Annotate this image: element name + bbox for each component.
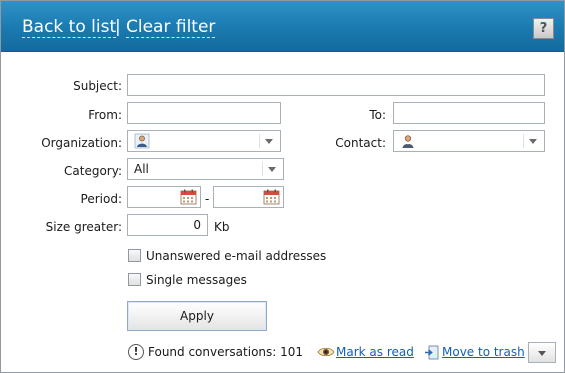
unanswered-label[interactable]: Unanswered e-mail addresses [146, 248, 326, 264]
calendar-icon[interactable] [180, 189, 197, 205]
move-to-trash-icon [425, 345, 439, 360]
period-from-input[interactable] [127, 186, 201, 208]
single-messages-checkbox[interactable] [128, 273, 141, 286]
from-input[interactable] [127, 102, 281, 124]
clear-filter-link[interactable]: Clear filter [126, 17, 216, 38]
size-unit-label: Kb [214, 220, 230, 234]
person-icon [402, 135, 414, 148]
unanswered-checkbox[interactable] [128, 249, 141, 262]
from-label: From: [88, 108, 122, 122]
info-icon: ! [128, 344, 144, 360]
period-to-input[interactable] [213, 186, 284, 208]
category-label: Category: [64, 164, 122, 178]
category-select[interactable]: All [127, 158, 284, 180]
panel-header: Back to list | Clear filter ? [1, 1, 564, 52]
apply-button[interactable]: Apply [127, 301, 267, 331]
size-greater-input[interactable]: 0 [127, 214, 208, 236]
period-separator: - [205, 192, 210, 206]
filter-panel: Back to list | Clear filter ? Subject: F… [0, 0, 565, 373]
single-messages-label[interactable]: Single messages [146, 272, 247, 288]
contact-label: Contact: [335, 136, 386, 150]
chevron-down-icon[interactable] [259, 134, 277, 148]
help-icon[interactable]: ? [533, 18, 554, 39]
calendar-icon[interactable] [263, 189, 280, 205]
subject-label: Subject: [73, 79, 122, 93]
organization-label: Organization: [41, 136, 122, 150]
contact-select[interactable] [393, 130, 545, 152]
found-conversations-text: Found conversations: 101 [148, 345, 304, 359]
size-greater-label: Size greater: [45, 220, 122, 234]
eye-icon [317, 347, 335, 357]
to-label: To: [369, 108, 386, 122]
organization-select[interactable] [127, 130, 281, 152]
back-to-list-link[interactable]: Back to list [22, 17, 117, 38]
move-to-trash-link[interactable]: Move to trash [442, 344, 525, 360]
chevron-down-icon[interactable] [523, 134, 541, 148]
header-separator: | [115, 17, 121, 37]
period-label: Period: [80, 192, 122, 206]
more-actions-button[interactable] [528, 342, 556, 363]
category-value: All [134, 162, 149, 176]
person-icon [134, 133, 150, 149]
subject-input[interactable] [127, 74, 545, 96]
mark-as-read-link[interactable]: Mark as read [336, 344, 414, 360]
chevron-down-icon[interactable] [262, 162, 280, 176]
to-input[interactable] [393, 102, 545, 124]
